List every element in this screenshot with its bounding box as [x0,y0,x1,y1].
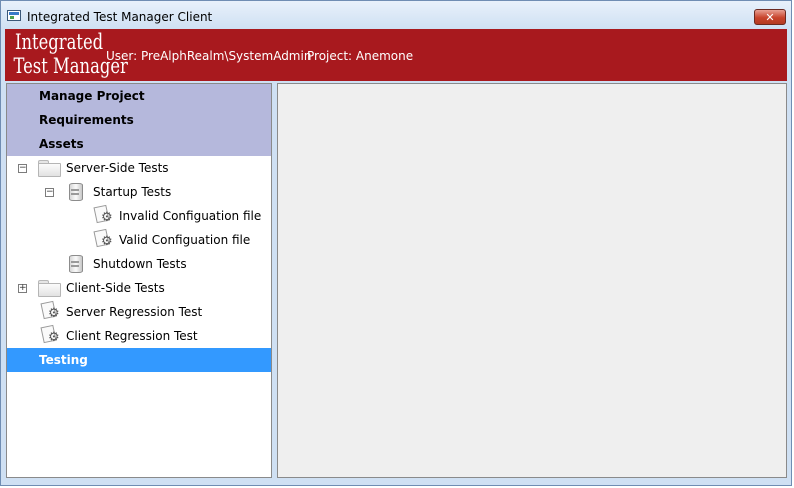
test-case-icon [93,206,113,226]
folder-icon [38,160,61,177]
close-button[interactable]: ✕ [754,9,786,25]
folder-icon [38,280,61,297]
logo-line-2: Test Manager [13,54,128,78]
app-icon [7,10,21,21]
header-banner: Integrated Test Manager User: PreAlphRea… [5,29,787,81]
tree-item-server-regression[interactable]: Server Regression Test [7,300,271,324]
nav-manage-project[interactable]: Manage Project [7,84,271,108]
tree-item-label: Client Regression Test [66,329,198,343]
tree-item-label: Client-Side Tests [66,281,165,295]
tree-item-server-side-tests[interactable]: − Server-Side Tests [7,156,271,180]
tree-item-label: Server Regression Test [66,305,203,319]
tree-item-shutdown-tests[interactable]: Shutdown Tests [7,252,271,276]
nav-testing[interactable]: Testing [7,348,271,372]
collapse-icon[interactable]: − [45,188,54,197]
tree-item-client-side-tests[interactable]: + Client-Side Tests [7,276,271,300]
test-suite-icon [67,183,83,201]
logo: Integrated Test Manager [13,30,128,80]
tree-item-label: Shutdown Tests [93,257,187,271]
user-label: User: PreAlphRealm\SystemAdmin [106,49,312,63]
collapse-icon[interactable]: − [18,164,27,173]
title-bar[interactable]: Integrated Test Manager Client ✕ [1,1,791,29]
nav-assets[interactable]: Assets [7,132,271,156]
tree-item-label: Invalid Configuation file [119,209,262,223]
test-case-icon [40,326,60,346]
expand-icon[interactable]: + [18,284,27,293]
nav-requirements[interactable]: Requirements [7,108,271,132]
tree-item-startup-tests[interactable]: − Startup Tests [7,180,271,204]
project-label: Project: Anemone [307,49,414,63]
test-suite-icon [67,255,83,273]
tree-item-valid-config[interactable]: Valid Configuation file [7,228,271,252]
tree-item-label: Server-Side Tests [66,161,169,175]
tree-item-label: Startup Tests [93,185,172,199]
test-case-icon [93,230,113,250]
content-pane [277,83,787,478]
logo-line-1: Integrated [15,30,104,54]
window-title: Integrated Test Manager Client [27,10,213,24]
tree-item-client-regression[interactable]: Client Regression Test [7,324,271,348]
test-case-icon [40,302,60,322]
tree-item-invalid-config[interactable]: Invalid Configuation file [7,204,271,228]
tree-item-label: Valid Configuation file [119,233,251,247]
navigation-pane: Manage Project Requirements Assets − Ser… [6,83,272,478]
